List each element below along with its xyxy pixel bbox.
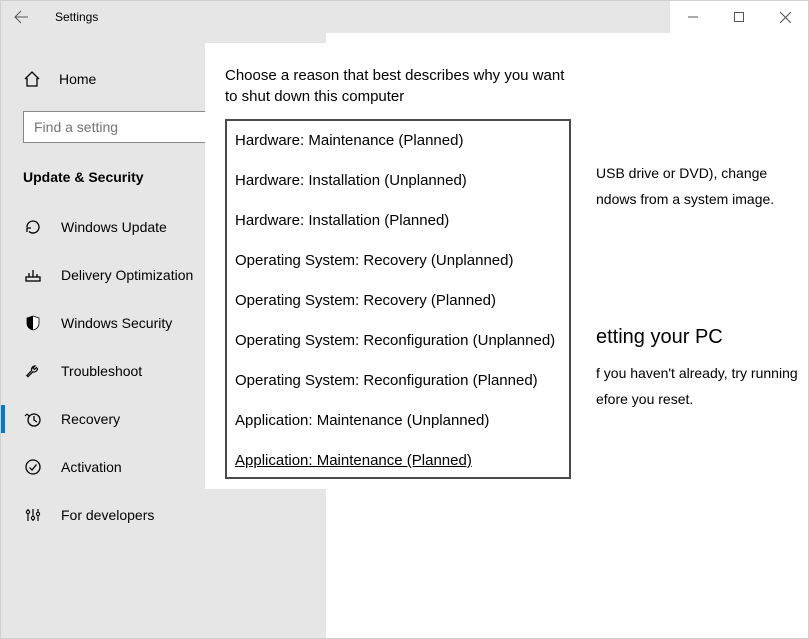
home-icon [23, 70, 41, 88]
shutdown-reason-option[interactable]: Hardware: Installation (Planned) [227, 201, 569, 241]
close-icon [780, 12, 791, 23]
minimize-button[interactable] [670, 1, 716, 33]
shield-icon [23, 313, 43, 333]
nav-item-label: Troubleshoot [61, 363, 142, 379]
shutdown-reason-option[interactable]: Hardware: Installation (Unplanned) [227, 161, 569, 201]
home-label: Home [59, 71, 96, 87]
window-controls [670, 1, 808, 33]
content-text: efore you reset. [596, 389, 808, 409]
content-text: ndows from a system image. [596, 189, 808, 209]
window-title: Settings [55, 10, 98, 24]
content-text: f you haven't already, try running [596, 363, 808, 383]
nav-item-label: Windows Update [61, 219, 167, 235]
nav-item-label: Windows Security [61, 315, 172, 331]
title-bar: Settings [1, 1, 808, 33]
maximize-icon [734, 12, 744, 22]
section-title: etting your PC [596, 326, 808, 349]
back-button[interactable] [1, 1, 41, 33]
shutdown-reason-option[interactable]: Operating System: Recovery (Unplanned) [227, 241, 569, 281]
content-text: USB drive or DVD), change [596, 163, 808, 183]
check-circle-icon [23, 457, 43, 477]
shutdown-reason-option[interactable]: Application: Maintenance (Unplanned) [227, 401, 569, 441]
shutdown-reason-option[interactable]: Hardware: Maintenance (Planned) [227, 121, 569, 161]
nav-item-label: Activation [61, 459, 122, 475]
nav-item-for-developers[interactable]: For developers [1, 491, 326, 539]
nav-item-label: For developers [61, 507, 154, 523]
shutdown-reason-option[interactable]: Operating System: Reconfiguration (Unpla… [227, 321, 569, 361]
shutdown-reason-list[interactable]: Hardware: Maintenance (Planned)Hardware:… [225, 119, 571, 479]
nav-item-label: Delivery Optimization [61, 267, 193, 283]
arrow-left-icon [13, 9, 29, 25]
shutdown-reason-option[interactable]: Application: Maintenance (Planned) [227, 441, 569, 479]
close-button[interactable] [762, 1, 808, 33]
minimize-icon [688, 12, 698, 22]
shutdown-reason-dialog: Choose a reason that best describes why … [205, 43, 595, 489]
delivery-icon [23, 265, 43, 285]
sliders-icon [23, 505, 43, 525]
wrench-icon [23, 361, 43, 381]
clock-icon [23, 409, 43, 429]
refresh-icon [23, 217, 43, 237]
maximize-button[interactable] [716, 1, 762, 33]
shutdown-reason-option[interactable]: Operating System: Reconfiguration (Plann… [227, 361, 569, 401]
shutdown-reason-option[interactable]: Operating System: Recovery (Planned) [227, 281, 569, 321]
dialog-prompt: Choose a reason that best describes why … [225, 65, 575, 107]
nav-item-label: Recovery [61, 411, 120, 427]
